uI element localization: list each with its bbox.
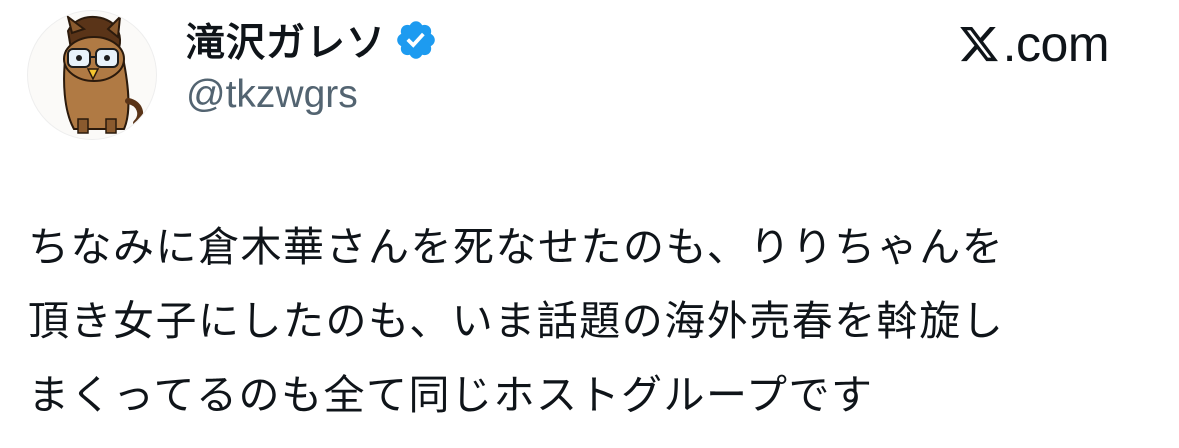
- avatar[interactable]: [27, 10, 157, 140]
- verified-badge-icon: [397, 21, 435, 59]
- tweet-text-line: 頂き女子にしたのも、いま話題の海外売春を斡旋し: [28, 297, 1005, 345]
- author-name-row: 滝沢ガレソ: [186, 14, 438, 66]
- tweet-text-line: ちなみに倉木華さんを死なせたのも、りりちゃんを: [28, 223, 1005, 271]
- x-logo-icon: [959, 26, 998, 62]
- author-handle[interactable]: @tkzwgrs: [186, 73, 358, 117]
- tweet-card: 滝沢ガレソ @tkzwgrs .com ちなみに倉木華さんを死なせたのも、りりち…: [0, 0, 1179, 448]
- author-display-name[interactable]: 滝沢ガレソ: [186, 12, 386, 68]
- horse-mascot-avatar-icon: [63, 14, 144, 134]
- brand-domain-text: .com: [1002, 16, 1110, 72]
- x-com-brand[interactable]: .com: [958, 14, 1110, 74]
- tweet-text: ちなみに倉木華さんを死なせたのも、りりちゃんを 頂き女子にしたのも、いま話題の海…: [28, 210, 1158, 432]
- tweet-text-line: まくってるのも全て同じホストグループです: [28, 371, 874, 419]
